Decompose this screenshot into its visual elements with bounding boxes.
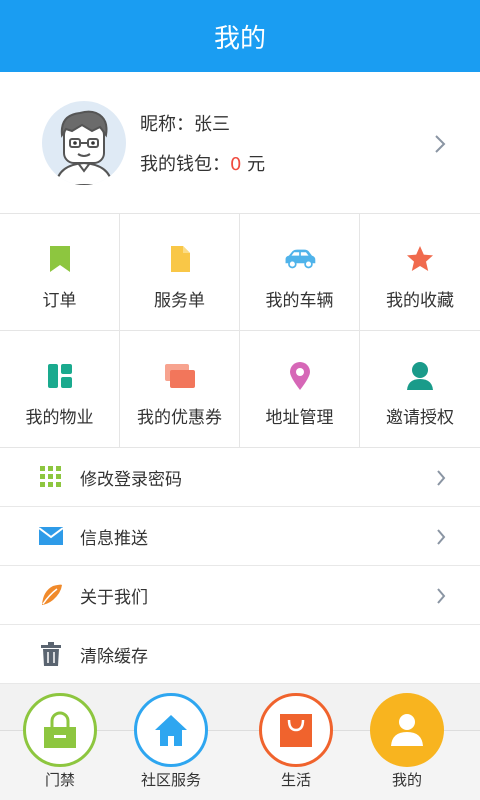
wallet-unit: 元 <box>241 153 266 175</box>
bookmark-icon <box>43 242 77 276</box>
list-item-change-password[interactable]: 修改登录密码 <box>0 448 480 507</box>
grid-item-label: 订单 <box>42 291 77 311</box>
tab-circle <box>259 693 333 767</box>
envelope-icon <box>38 523 64 549</box>
profile-card[interactable]: 昵称：张三 我的钱包：0 元 <box>0 72 480 214</box>
grid-item-my-coupons[interactable]: 我的优惠券 <box>120 331 240 448</box>
tab-circle <box>23 693 97 767</box>
grid-item-label: 我的优惠券 <box>137 408 222 428</box>
chevron-right-icon <box>437 470 446 486</box>
user-icon <box>391 714 423 746</box>
tab-label: 生活 <box>280 771 311 789</box>
chevron-right-icon <box>435 135 446 153</box>
coupon-icon <box>163 359 197 393</box>
avatar[interactable] <box>42 100 126 185</box>
grid-item-label: 邀请授权 <box>386 408 454 428</box>
document-icon <box>163 242 197 276</box>
grid-item-label: 服务单 <box>154 291 205 311</box>
grid-item-favorites[interactable]: 我的收藏 <box>360 214 480 331</box>
page-title: 我的 <box>213 23 266 54</box>
tab-circle <box>134 693 208 767</box>
avatar-cartoon-icon <box>54 110 114 185</box>
chevron-right-icon <box>437 588 446 604</box>
grid-item-orders[interactable]: 订单 <box>0 214 120 331</box>
wallet-amount: 0 <box>230 153 242 175</box>
tab-life[interactable]: 生活 <box>236 693 356 800</box>
tab-label: 门禁 <box>44 771 75 789</box>
grid-item-my-vehicles[interactable]: 我的车辆 <box>240 214 360 331</box>
list-item-message-push[interactable]: 信息推送 <box>0 507 480 566</box>
feature-grid: 订单 服务单 我的车辆 我的收藏 我的物业 我的优惠券 地址管理 邀请授权 <box>0 214 480 448</box>
list-item-about-us[interactable]: 关于我们 <box>0 566 480 625</box>
grid-dots-icon <box>38 464 64 490</box>
top-bar: 我的 <box>0 0 480 72</box>
grid-item-label: 我的收藏 <box>386 291 454 311</box>
person-icon <box>403 359 437 393</box>
grid-item-label: 我的物业 <box>25 408 94 428</box>
list-item-label: 清除缓存 <box>80 646 148 667</box>
wallet-row: 我的钱包：0 元 <box>140 150 265 176</box>
tab-label: 我的 <box>391 771 422 789</box>
shopping-bag-icon <box>280 714 312 747</box>
tab-label: 社区服务 <box>140 771 201 789</box>
list-item-label: 关于我们 <box>80 587 148 608</box>
trash-icon <box>38 641 64 667</box>
list-item-clear-cache[interactable]: 清除缓存 <box>0 625 480 684</box>
lock-icon <box>44 711 76 748</box>
grid-item-invite-authorization[interactable]: 邀请授权 <box>360 331 480 448</box>
tab-circle <box>370 693 444 767</box>
grid-item-address-management[interactable]: 地址管理 <box>240 331 360 448</box>
bottom-tab-bar: 门禁 社区服务 生活 我的 <box>0 693 480 800</box>
home-icon <box>155 715 187 746</box>
tab-mine[interactable]: 我的 <box>347 693 467 800</box>
list-item-label: 信息推送 <box>80 528 148 549</box>
grid-item-service-orders[interactable]: 服务单 <box>120 214 240 331</box>
grid-item-label: 地址管理 <box>265 408 334 428</box>
grid-item-my-property[interactable]: 我的物业 <box>0 331 120 448</box>
tab-access-control[interactable]: 门禁 <box>0 693 120 800</box>
settings-list: 修改登录密码 信息推送 关于我们 清除缓存 <box>0 448 480 684</box>
nickname: 昵称：张三 <box>140 113 230 135</box>
grid-item-label: 我的车辆 <box>265 291 334 311</box>
car-icon <box>283 242 317 276</box>
location-pin-icon <box>283 359 317 393</box>
leaf-icon <box>38 582 64 608</box>
star-icon <box>403 242 437 276</box>
layout-icon <box>43 359 77 393</box>
wallet-label: 我的钱包： <box>140 153 230 175</box>
tab-community-service[interactable]: 社区服务 <box>111 693 231 800</box>
list-item-label: 修改登录密码 <box>80 469 182 490</box>
chevron-right-icon <box>437 529 446 545</box>
